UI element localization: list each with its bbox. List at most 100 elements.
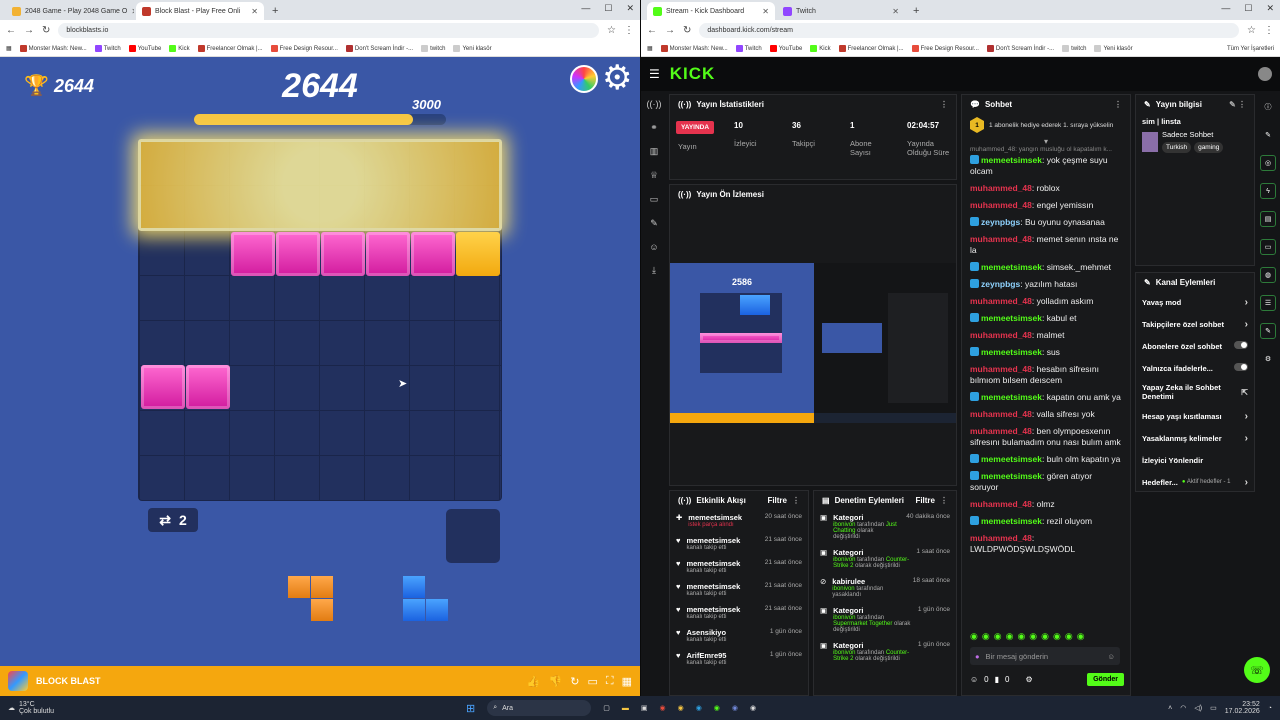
grid-icon[interactable]: ▦ (622, 675, 632, 688)
back-icon[interactable]: ← (647, 25, 657, 36)
chat-username[interactable]: muhammed_48 (970, 183, 1032, 193)
avatar[interactable] (1258, 67, 1272, 81)
edit-icon[interactable]: ✎ ⋮ (1229, 100, 1246, 109)
weather-widget[interactable]: ☁ 13°C Çok bulutlu (0, 701, 54, 715)
reload-icon[interactable]: ↻ (42, 25, 50, 36)
chat-input[interactable]: ● Bir mesaj gönderin ☺ (970, 647, 1120, 665)
chat-username[interactable]: memeetsimsek (981, 155, 1042, 165)
taskbar-search[interactable]: ⌕ Ara (487, 700, 592, 716)
close-window-icon[interactable]: ✕ (1266, 3, 1274, 14)
account-age-item[interactable]: Hesap yaşı kısıtlaması › (1142, 405, 1248, 427)
menu-icon[interactable]: ⋮ (1264, 25, 1274, 36)
close-window-icon[interactable]: ✕ (626, 3, 634, 14)
bookmark-item[interactable]: Twitch (735, 44, 762, 52)
orange-piece[interactable] (288, 576, 334, 622)
bookmark-item[interactable]: Free Design Resour... (911, 44, 979, 52)
url-input[interactable]: blockblasts.io (58, 23, 600, 38)
windows-start-icon[interactable]: ⊞ (466, 702, 475, 715)
chat-username[interactable]: muhammed_48 (970, 426, 1032, 436)
chat-username[interactable]: memeetsimsek (981, 392, 1042, 402)
chat-username[interactable]: muhammed_48 (970, 499, 1032, 509)
more-icon[interactable]: ⋮ (1114, 100, 1122, 109)
volume-icon[interactable]: ◁) (1194, 704, 1202, 712)
close-tab-icon[interactable]: ✕ (131, 7, 134, 16)
minimize-icon[interactable]: — (1221, 3, 1230, 14)
goals-item[interactable]: Hedefler... ● Aktif hedefler - 1 › (1142, 471, 1248, 493)
chrome-icon[interactable]: ◉ (678, 704, 684, 712)
chat-username[interactable]: memeetsimsek (981, 313, 1042, 323)
list-icon[interactable]: ☰ (1260, 295, 1276, 311)
close-tab-icon[interactable]: ✕ (762, 7, 769, 16)
bolt-icon[interactable]: ϟ (1260, 183, 1276, 199)
chat-username[interactable]: memeetsimsek (981, 347, 1042, 357)
tab-kick-dashboard[interactable]: Stream - Kick Dashboard ✕ (647, 2, 775, 20)
download-icon[interactable]: ⤓ (652, 265, 656, 276)
info-icon[interactable]: ⓘ (1260, 99, 1276, 115)
ai-moderation-item[interactable]: Yapay Zeka ile Sohbet Denetimi ⇱ (1142, 379, 1248, 405)
settings-icon[interactable]: ⚙ (1025, 675, 1032, 684)
send-button[interactable]: Gönder (1087, 673, 1124, 686)
radio-icon[interactable]: ◍ (1260, 267, 1276, 283)
chat-username[interactable]: muhammed_48 (970, 533, 1032, 543)
star-icon[interactable]: ☆ (607, 25, 616, 36)
chevron-up-icon[interactable]: ˄ (1168, 705, 1172, 712)
fullscreen-icon[interactable]: ⛶ (606, 675, 614, 688)
bookmark-item[interactable]: Kick (810, 44, 831, 52)
bookmark-item[interactable]: YouTube (769, 44, 802, 52)
chat-username[interactable]: muhammed_48 (970, 200, 1032, 210)
chat-username[interactable]: muhammed_48 (970, 234, 1032, 244)
chat-username[interactable]: memeetsimsek (981, 262, 1042, 272)
more-icon[interactable]: ⋮ (940, 496, 948, 505)
chat-username[interactable]: muhammed_48 (970, 296, 1032, 306)
edge-icon[interactable]: ◉ (696, 704, 702, 712)
forward-icon[interactable]: → (665, 25, 675, 36)
more-icon[interactable]: ⋮ (792, 496, 800, 505)
maximize-icon[interactable]: ☐ (1244, 3, 1252, 14)
chat-username[interactable]: zeynpbgs (981, 279, 1020, 289)
refresh-icon[interactable]: ↻ (570, 675, 579, 688)
comment-icon[interactable]: ▭ (587, 675, 597, 688)
chat-username[interactable]: zeynpbgs (981, 217, 1020, 227)
minimize-icon[interactable]: — (581, 3, 590, 14)
help-chat-button[interactable]: ☏ (1244, 657, 1270, 683)
doc-icon[interactable]: ▤ (1260, 211, 1276, 227)
filter-button[interactable]: Filtre (915, 496, 935, 505)
url-input[interactable]: dashboard.kick.com/stream (699, 23, 1240, 38)
new-tab-button[interactable]: + (907, 2, 925, 20)
bookmark-item[interactable]: Monster Mash: New... (19, 44, 87, 52)
filter-button[interactable]: Filtre (767, 496, 787, 505)
stream-preview-video[interactable]: 2586 (670, 263, 956, 423)
menu-icon[interactable]: ⋮ (624, 25, 634, 36)
link-icon[interactable]: ⚭ (650, 122, 658, 133)
emotes-only-item[interactable]: Yalnızca ifadelerle... (1142, 357, 1248, 379)
like-icon[interactable]: 👍 (527, 675, 541, 688)
bookmark-item[interactable]: Monster Mash: New... (660, 44, 728, 52)
bookmark-item[interactable]: Twitch (94, 44, 121, 52)
tab-2048[interactable]: 2048 Game - Play 2048 Game O✕ (6, 2, 134, 20)
bookmark-item[interactable]: Don't Scream İndir -... (986, 44, 1054, 52)
back-icon[interactable]: ← (6, 25, 16, 36)
chart-icon[interactable]: ▥ (650, 146, 659, 157)
kick-logo[interactable]: KICK (670, 64, 716, 84)
apps-icon[interactable]: ▦ (6, 45, 12, 52)
star-icon[interactable]: ☆ (1247, 25, 1256, 36)
camera-icon[interactable]: ◎ (1260, 155, 1276, 171)
apps-icon[interactable]: ▦ (647, 45, 653, 52)
all-bookmarks[interactable]: Tüm Yer İşaretleri (1227, 46, 1274, 52)
bookmark-item[interactable]: twitch (1062, 44, 1086, 52)
forward-icon[interactable]: → (24, 25, 34, 36)
bookmark-item[interactable]: Free Design Resour... (270, 44, 338, 52)
chat-username[interactable]: memeetsimsek (981, 516, 1042, 526)
tab-twitch[interactable]: Twitch ✕ (777, 2, 905, 20)
discord-icon[interactable]: ◉ (732, 704, 738, 712)
trophy-icon[interactable]: ♕ (650, 170, 658, 181)
settings-gear-icon[interactable]: ⚙ (602, 61, 632, 95)
gear-icon[interactable]: ⚙ (1260, 351, 1276, 367)
notifications-icon[interactable]: ◔ (1268, 705, 1272, 712)
reload-icon[interactable]: ↻ (683, 25, 691, 36)
pencil-icon[interactable]: ✎ (1260, 127, 1276, 143)
bookmark-item[interactable]: Don't Scream İndir -... (345, 44, 413, 52)
maximize-icon[interactable]: ☐ (604, 3, 612, 14)
chat-username[interactable]: memeetsimsek (981, 471, 1042, 481)
chat-username[interactable]: muhammed_48 (970, 409, 1032, 419)
